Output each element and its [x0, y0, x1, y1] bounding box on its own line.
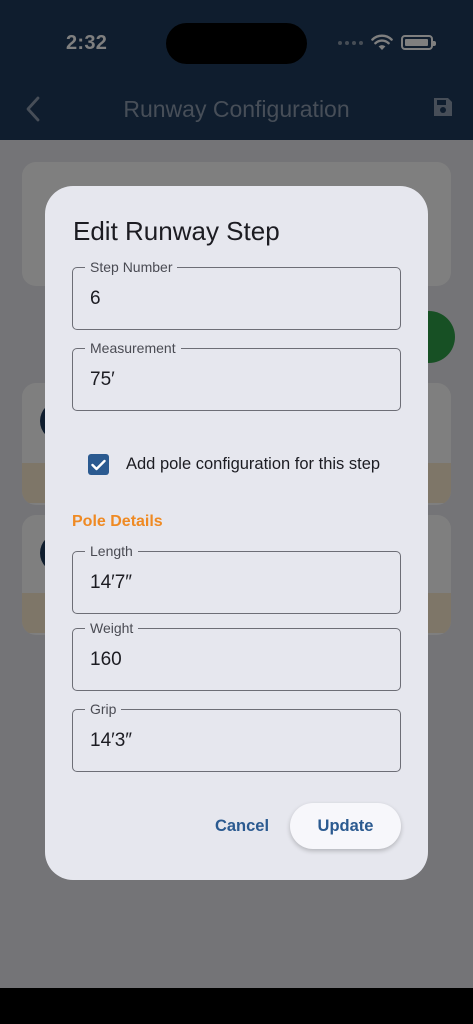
measurement-label: Measurement — [85, 340, 181, 356]
screen: 2:32 Runway Configuration — [0, 0, 473, 1024]
weight-field[interactable]: Weight — [72, 620, 401, 691]
dialog-title: Edit Runway Step — [73, 216, 280, 246]
measurement-input[interactable] — [90, 367, 380, 393]
bottom-system-bar — [0, 988, 473, 1024]
length-label: Length — [85, 543, 138, 559]
length-field[interactable]: Length — [72, 543, 401, 614]
length-input[interactable] — [90, 570, 380, 596]
checkmark-icon — [91, 459, 106, 470]
step-number-label: Step Number — [85, 259, 178, 275]
weight-label: Weight — [85, 620, 139, 636]
cancel-button[interactable]: Cancel — [203, 804, 281, 848]
grip-input[interactable] — [90, 728, 380, 754]
grip-field[interactable]: Grip — [72, 701, 401, 772]
grip-label: Grip — [85, 701, 122, 717]
step-number-input[interactable] — [90, 286, 380, 312]
step-number-field[interactable]: Step Number — [72, 259, 401, 330]
edit-step-dialog: Edit Runway Step Step Number Measurement… — [45, 186, 428, 880]
pole-details-heading: Pole Details — [72, 513, 163, 530]
pole-config-checkbox-label: Add pole configuration for this step — [126, 455, 381, 473]
measurement-field[interactable]: Measurement — [72, 340, 401, 411]
pole-config-checkbox-row[interactable]: Add pole configuration for this step — [88, 454, 380, 475]
weight-input[interactable] — [90, 647, 380, 673]
update-button[interactable]: Update — [290, 803, 401, 849]
pole-config-checkbox[interactable] — [88, 454, 109, 475]
